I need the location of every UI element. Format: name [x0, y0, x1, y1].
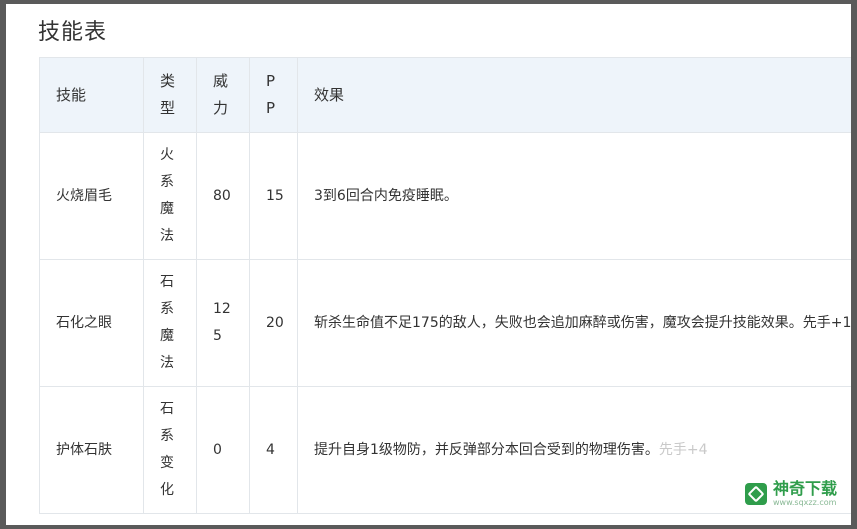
skill-power: 0	[196, 386, 250, 514]
header-type: 类型	[143, 57, 197, 133]
watermark-url: www.sqxzz.com	[772, 498, 837, 507]
skill-table: 技能 类型 威力 PP 效果 火烧眉毛 火系魔法 80 15 3到6回合内免疫睡…	[39, 57, 851, 514]
table-row: 护体石肤 石系变化 0 4 提升自身1级物防，并反弹部分本回合受到的物理伤害。先…	[39, 386, 851, 514]
table-header-row: 技能 类型 威力 PP 效果	[39, 57, 851, 133]
skill-pp: 15	[249, 132, 298, 260]
skill-effect: 斩杀生命值不足175的敌人，失败也会追加麻醉或伤害，魔攻会提升技能效果。先手+1	[297, 259, 851, 387]
header-effect: 效果	[297, 57, 851, 133]
page-title: 技能表	[38, 20, 108, 45]
logo-icon	[744, 483, 767, 505]
watermark-name: 神奇下载	[772, 479, 837, 498]
skill-pp: 20	[249, 259, 298, 387]
skill-effect: 3到6回合内免疫睡眠。	[297, 132, 851, 260]
skill-type: 石系变化	[143, 386, 197, 514]
content-frame: 技能表 技能 类型 威力 PP 效果 火烧眉毛 火系魔法 80 15 3到6回合…	[6, 4, 851, 525]
watermark: 神奇下载 www.sqxzz.com	[744, 479, 837, 507]
table-row: 石化之眼 石系魔法 125 20 斩杀生命值不足175的敌人，失败也会追加麻醉或…	[39, 259, 851, 387]
skill-type: 火系魔法	[143, 132, 197, 260]
skill-name: 护体石肤	[39, 386, 144, 514]
skill-name: 石化之眼	[39, 259, 144, 387]
skill-power: 125	[196, 259, 250, 387]
header-power: 威力	[196, 57, 250, 133]
header-pp: PP	[249, 57, 298, 133]
skill-power: 80	[196, 132, 250, 260]
skill-pp: 4	[249, 386, 298, 514]
skill-type: 石系魔法	[143, 259, 197, 387]
table-row: 火烧眉毛 火系魔法 80 15 3到6回合内免疫睡眠。	[39, 132, 851, 260]
skill-name: 火烧眉毛	[39, 132, 144, 260]
header-skill: 技能	[39, 57, 144, 133]
